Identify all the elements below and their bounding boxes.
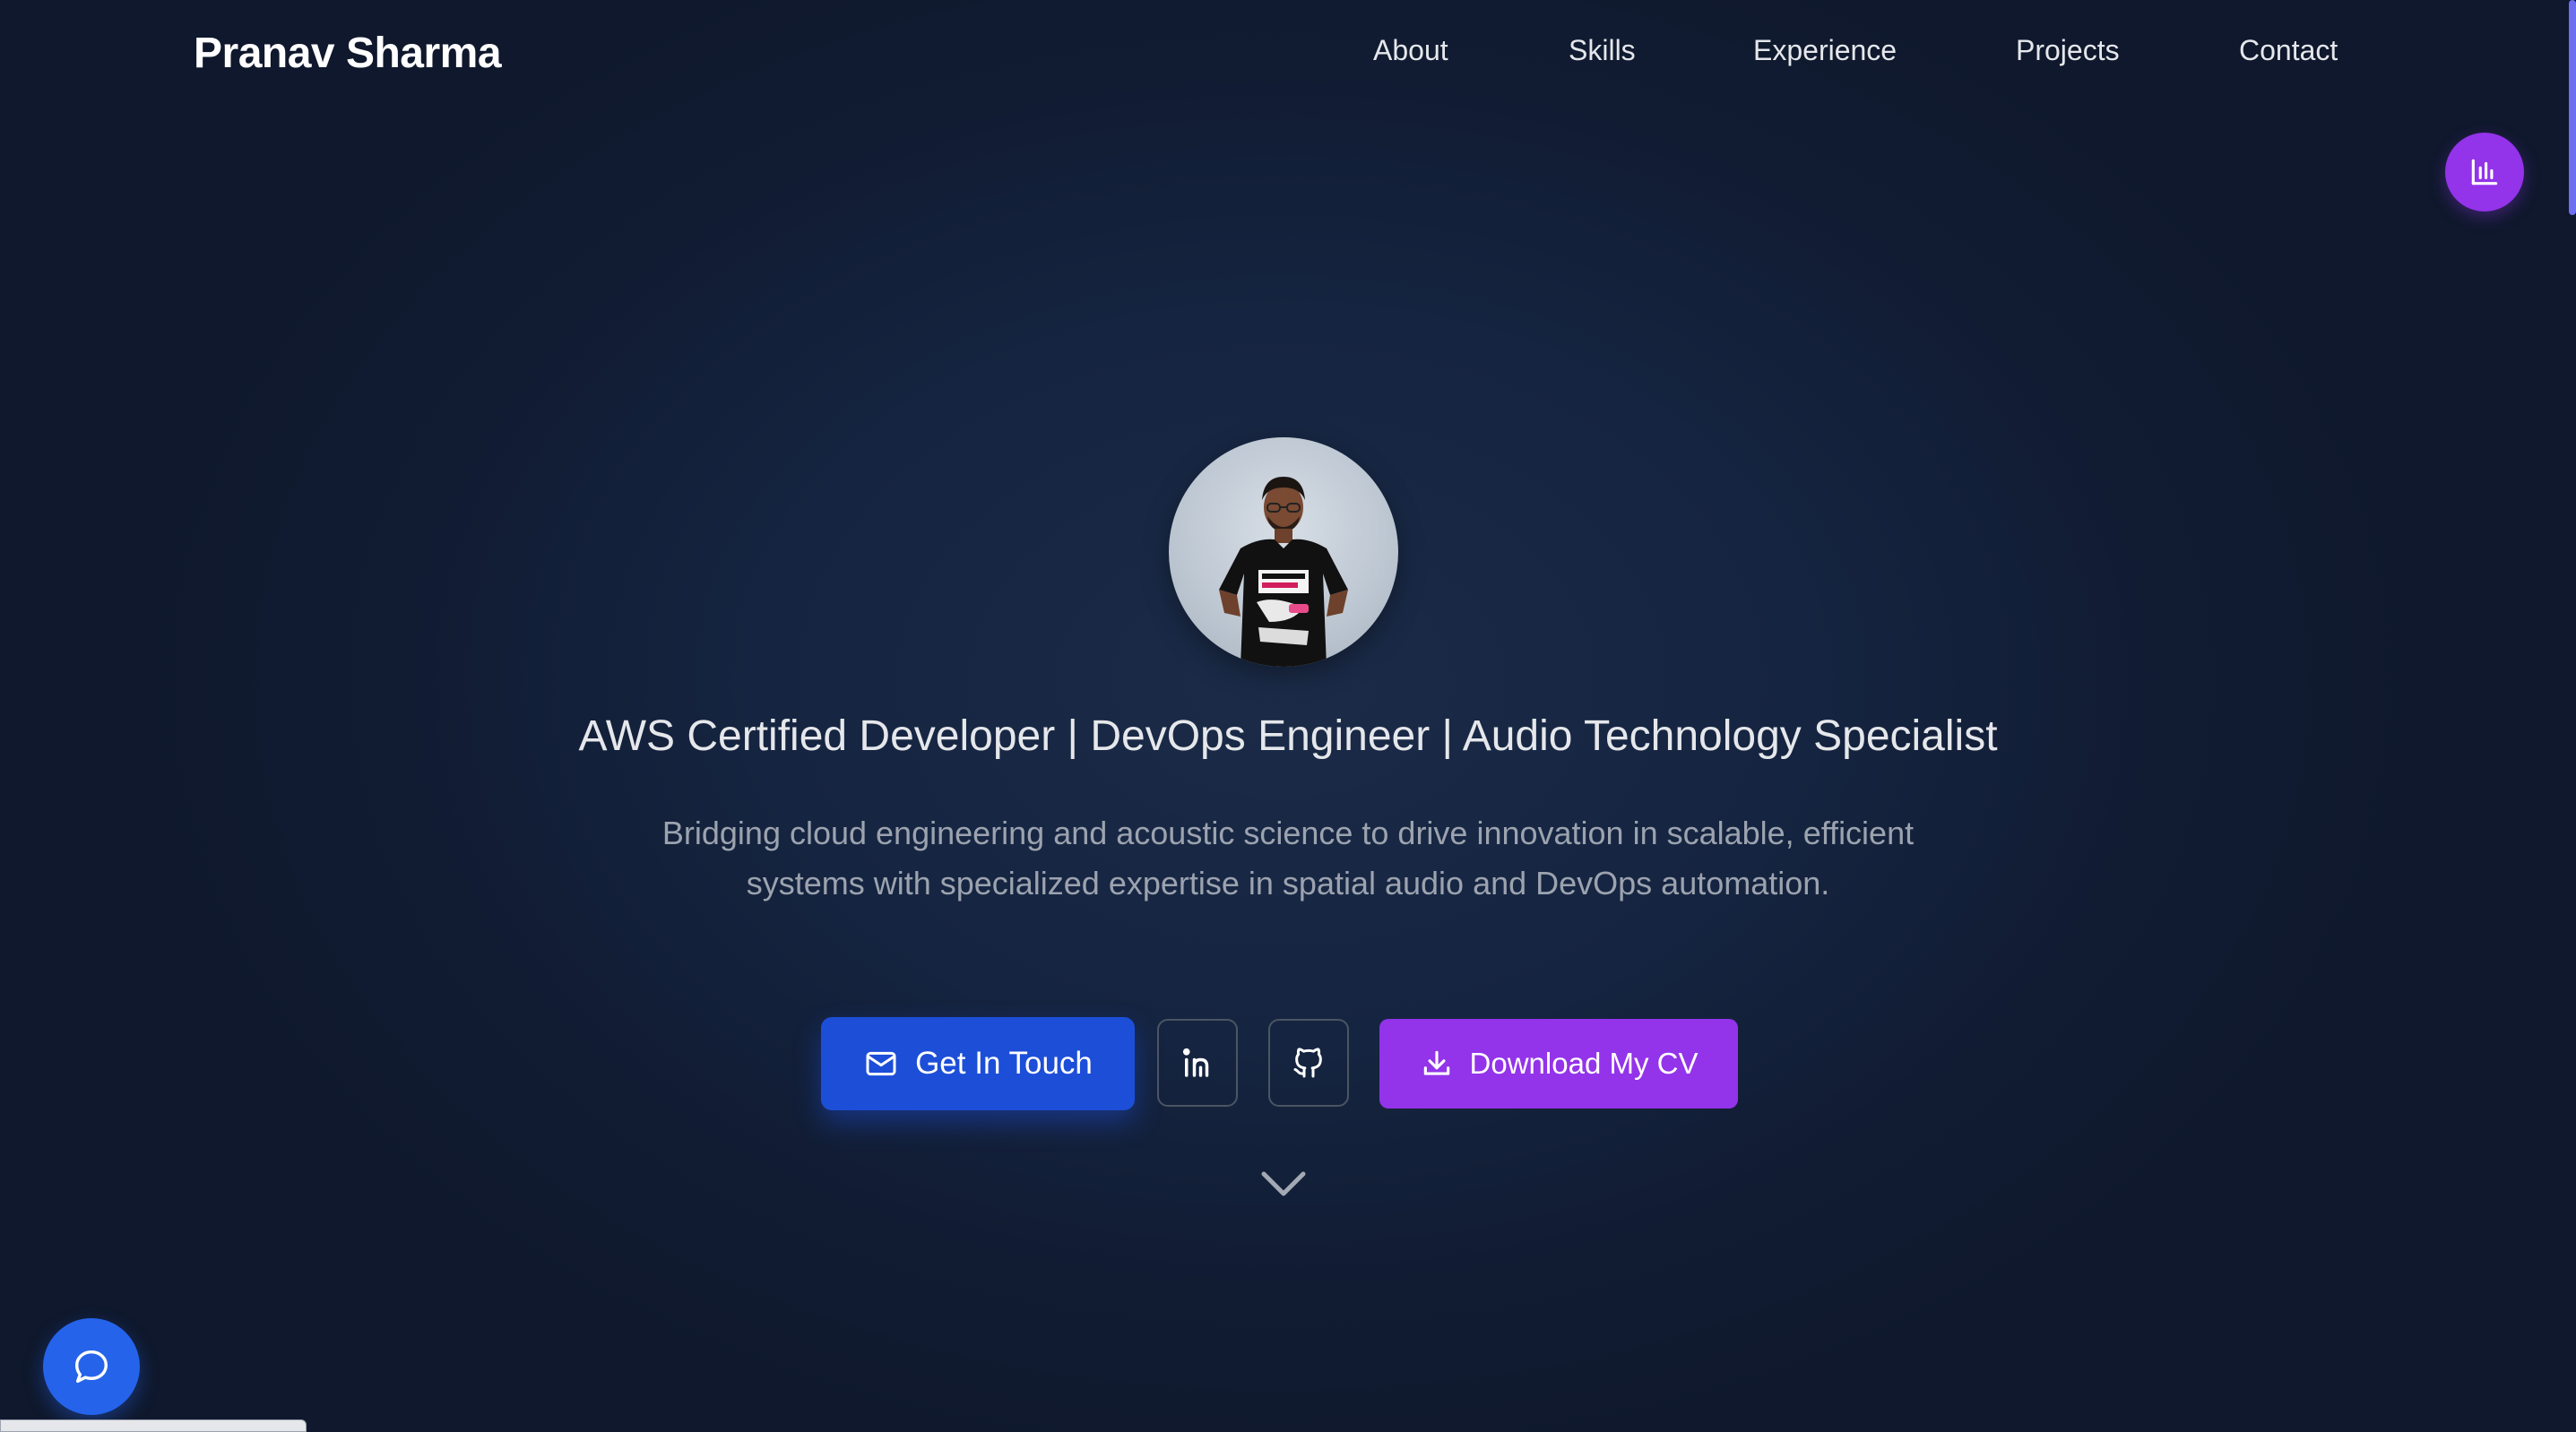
chat-bubble-icon bbox=[74, 1350, 108, 1384]
nav-contact[interactable]: Contact bbox=[2239, 34, 2338, 67]
linkedin-icon bbox=[1182, 1048, 1209, 1077]
stats-button[interactable] bbox=[2445, 133, 2524, 211]
download-icon bbox=[1423, 1050, 1449, 1075]
profile-photo bbox=[1169, 437, 1398, 667]
hero-title: AWS Certified Developer | DevOps Enginee… bbox=[578, 712, 1998, 760]
get-in-touch-button[interactable]: Get In Touch bbox=[821, 1017, 1135, 1110]
chevron-down-icon bbox=[1261, 1171, 1306, 1196]
mail-icon bbox=[866, 1051, 896, 1076]
person-illustration bbox=[1219, 477, 1348, 667]
get-in-touch-label: Get In Touch bbox=[915, 1046, 1093, 1081]
github-icon bbox=[1293, 1048, 1322, 1078]
scroll-down-indicator[interactable] bbox=[1260, 1169, 1307, 1201]
chat-button[interactable] bbox=[43, 1318, 140, 1415]
nav-about[interactable]: About bbox=[1373, 34, 1448, 67]
nav-projects[interactable]: Projects bbox=[2016, 34, 2120, 67]
scrollbar-thumb[interactable] bbox=[2569, 0, 2576, 215]
top-navigation: Pranav Sharma About Skills Experience Pr… bbox=[0, 0, 2576, 113]
nav-links: About Skills Experience Projects Contact bbox=[0, 34, 2576, 79]
github-button[interactable] bbox=[1268, 1019, 1349, 1107]
browser-status-bar bbox=[0, 1419, 307, 1432]
download-cv-button[interactable]: Download My CV bbox=[1379, 1019, 1738, 1109]
hero-description: Bridging cloud engineering and acoustic … bbox=[661, 815, 1915, 901]
download-cv-label: Download My CV bbox=[1469, 1047, 1699, 1080]
nav-experience[interactable]: Experience bbox=[1753, 34, 1897, 67]
bar-chart-icon bbox=[2471, 159, 2498, 185]
linkedin-button[interactable] bbox=[1157, 1019, 1238, 1107]
nav-skills[interactable]: Skills bbox=[1569, 34, 1636, 67]
